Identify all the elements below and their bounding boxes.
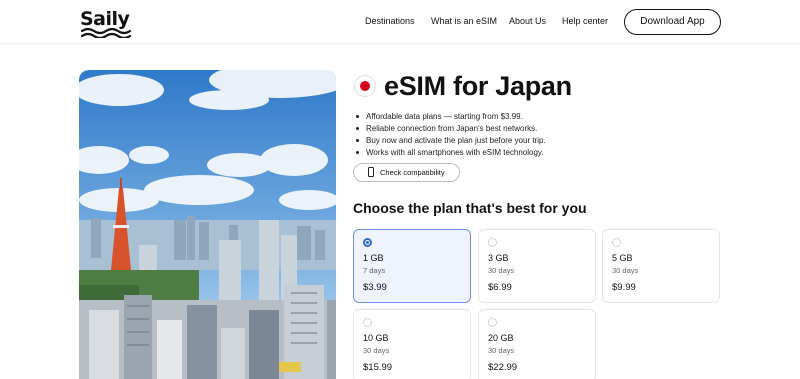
plan-card-3gb[interactable]: 3 GB 30 days $6.99 — [478, 229, 596, 303]
download-app-button[interactable]: Download App — [624, 9, 721, 35]
nav-help-center[interactable]: Help center — [562, 16, 608, 26]
feature-item: Works with all smartphones with eSIM tec… — [355, 147, 546, 159]
nav-what-is-esim[interactable]: What is an eSIM — [431, 16, 497, 26]
phone-icon — [368, 167, 374, 177]
plans-heading: Choose the plan that's best for you — [353, 200, 587, 216]
plan-price: $22.99 — [488, 362, 518, 373]
plan-card-10gb[interactable]: 10 GB 30 days $15.99 — [353, 309, 471, 379]
plan-radio[interactable] — [363, 318, 372, 327]
plan-price: $6.99 — [488, 282, 512, 293]
nav-about-us[interactable]: About Us — [509, 16, 546, 26]
plan-data: 10 GB — [363, 333, 389, 343]
feature-item: Reliable connection from Japan's best ne… — [355, 123, 546, 135]
nav-destinations[interactable]: Destinations — [365, 16, 415, 26]
plan-radio[interactable] — [363, 238, 372, 247]
check-compatibility-button[interactable]: Check compatibility — [353, 163, 460, 182]
saily-logo[interactable]: Saily — [80, 8, 136, 38]
plan-price: $3.99 — [363, 282, 387, 293]
japan-flag-icon — [354, 75, 376, 97]
feature-item: Buy now and activate the plan just befor… — [355, 135, 546, 147]
plan-card-5gb[interactable]: 5 GB 30 days $9.99 — [602, 229, 720, 303]
plan-radio[interactable] — [488, 318, 497, 327]
plan-data: 3 GB — [488, 253, 509, 263]
logo-text: Saily — [80, 8, 130, 30]
plan-data: 20 GB — [488, 333, 514, 343]
plan-data: 5 GB — [612, 253, 633, 263]
feature-list: Affordable data plans — starting from $3… — [355, 111, 546, 159]
page-title: eSIM for Japan — [384, 71, 572, 101]
wave-icon — [81, 28, 132, 38]
plan-price: $15.99 — [363, 362, 393, 373]
plan-duration: 30 days — [488, 266, 515, 275]
plan-duration: 30 days — [612, 266, 639, 275]
plan-price: $9.99 — [612, 282, 636, 293]
plan-data: 1 GB — [363, 253, 384, 263]
plan-radio[interactable] — [488, 238, 497, 247]
plan-duration: 7 days — [363, 266, 386, 275]
tokyo-skyline-image — [79, 70, 336, 379]
plan-card-20gb[interactable]: 20 GB 30 days $22.99 — [478, 309, 596, 379]
feature-item: Affordable data plans — starting from $3… — [355, 111, 546, 123]
plan-radio[interactable] — [612, 238, 621, 247]
site-header: Saily Destinations What is an eSIM About… — [0, 0, 800, 44]
plan-card-1gb[interactable]: 1 GB 7 days $3.99 — [353, 229, 471, 303]
plan-duration: 30 days — [363, 346, 390, 355]
check-compatibility-label: Check compatibility — [380, 168, 445, 177]
plan-duration: 30 days — [488, 346, 515, 355]
